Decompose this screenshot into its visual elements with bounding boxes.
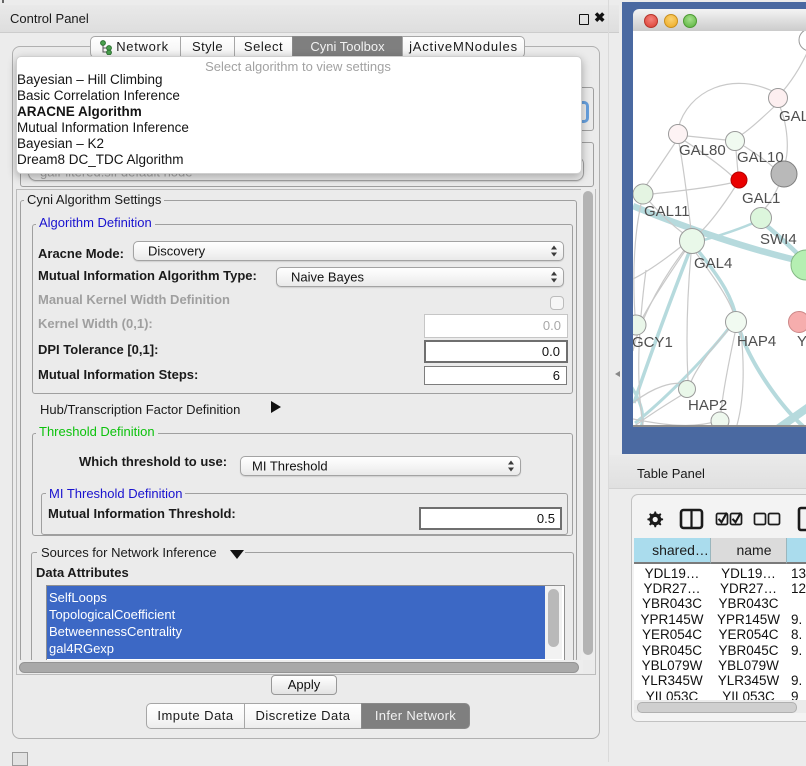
svg-text:HAP2: HAP2 [688,397,727,414]
svg-text:SWI4: SWI4 [760,231,797,248]
svg-text:GAL80: GAL80 [679,142,726,159]
svg-text:GAL4: GAL4 [694,255,732,272]
svg-text:GAL11: GAL11 [644,203,690,220]
svg-text:GAL1: GAL1 [742,190,780,207]
svg-text:GAL2: GAL2 [779,108,806,125]
svg-text:GCY1: GCY1 [633,334,673,351]
svg-text:HAP4: HAP4 [737,333,776,350]
svg-text:Y: Y [797,333,806,350]
svg-text:GAL10: GAL10 [737,149,784,166]
